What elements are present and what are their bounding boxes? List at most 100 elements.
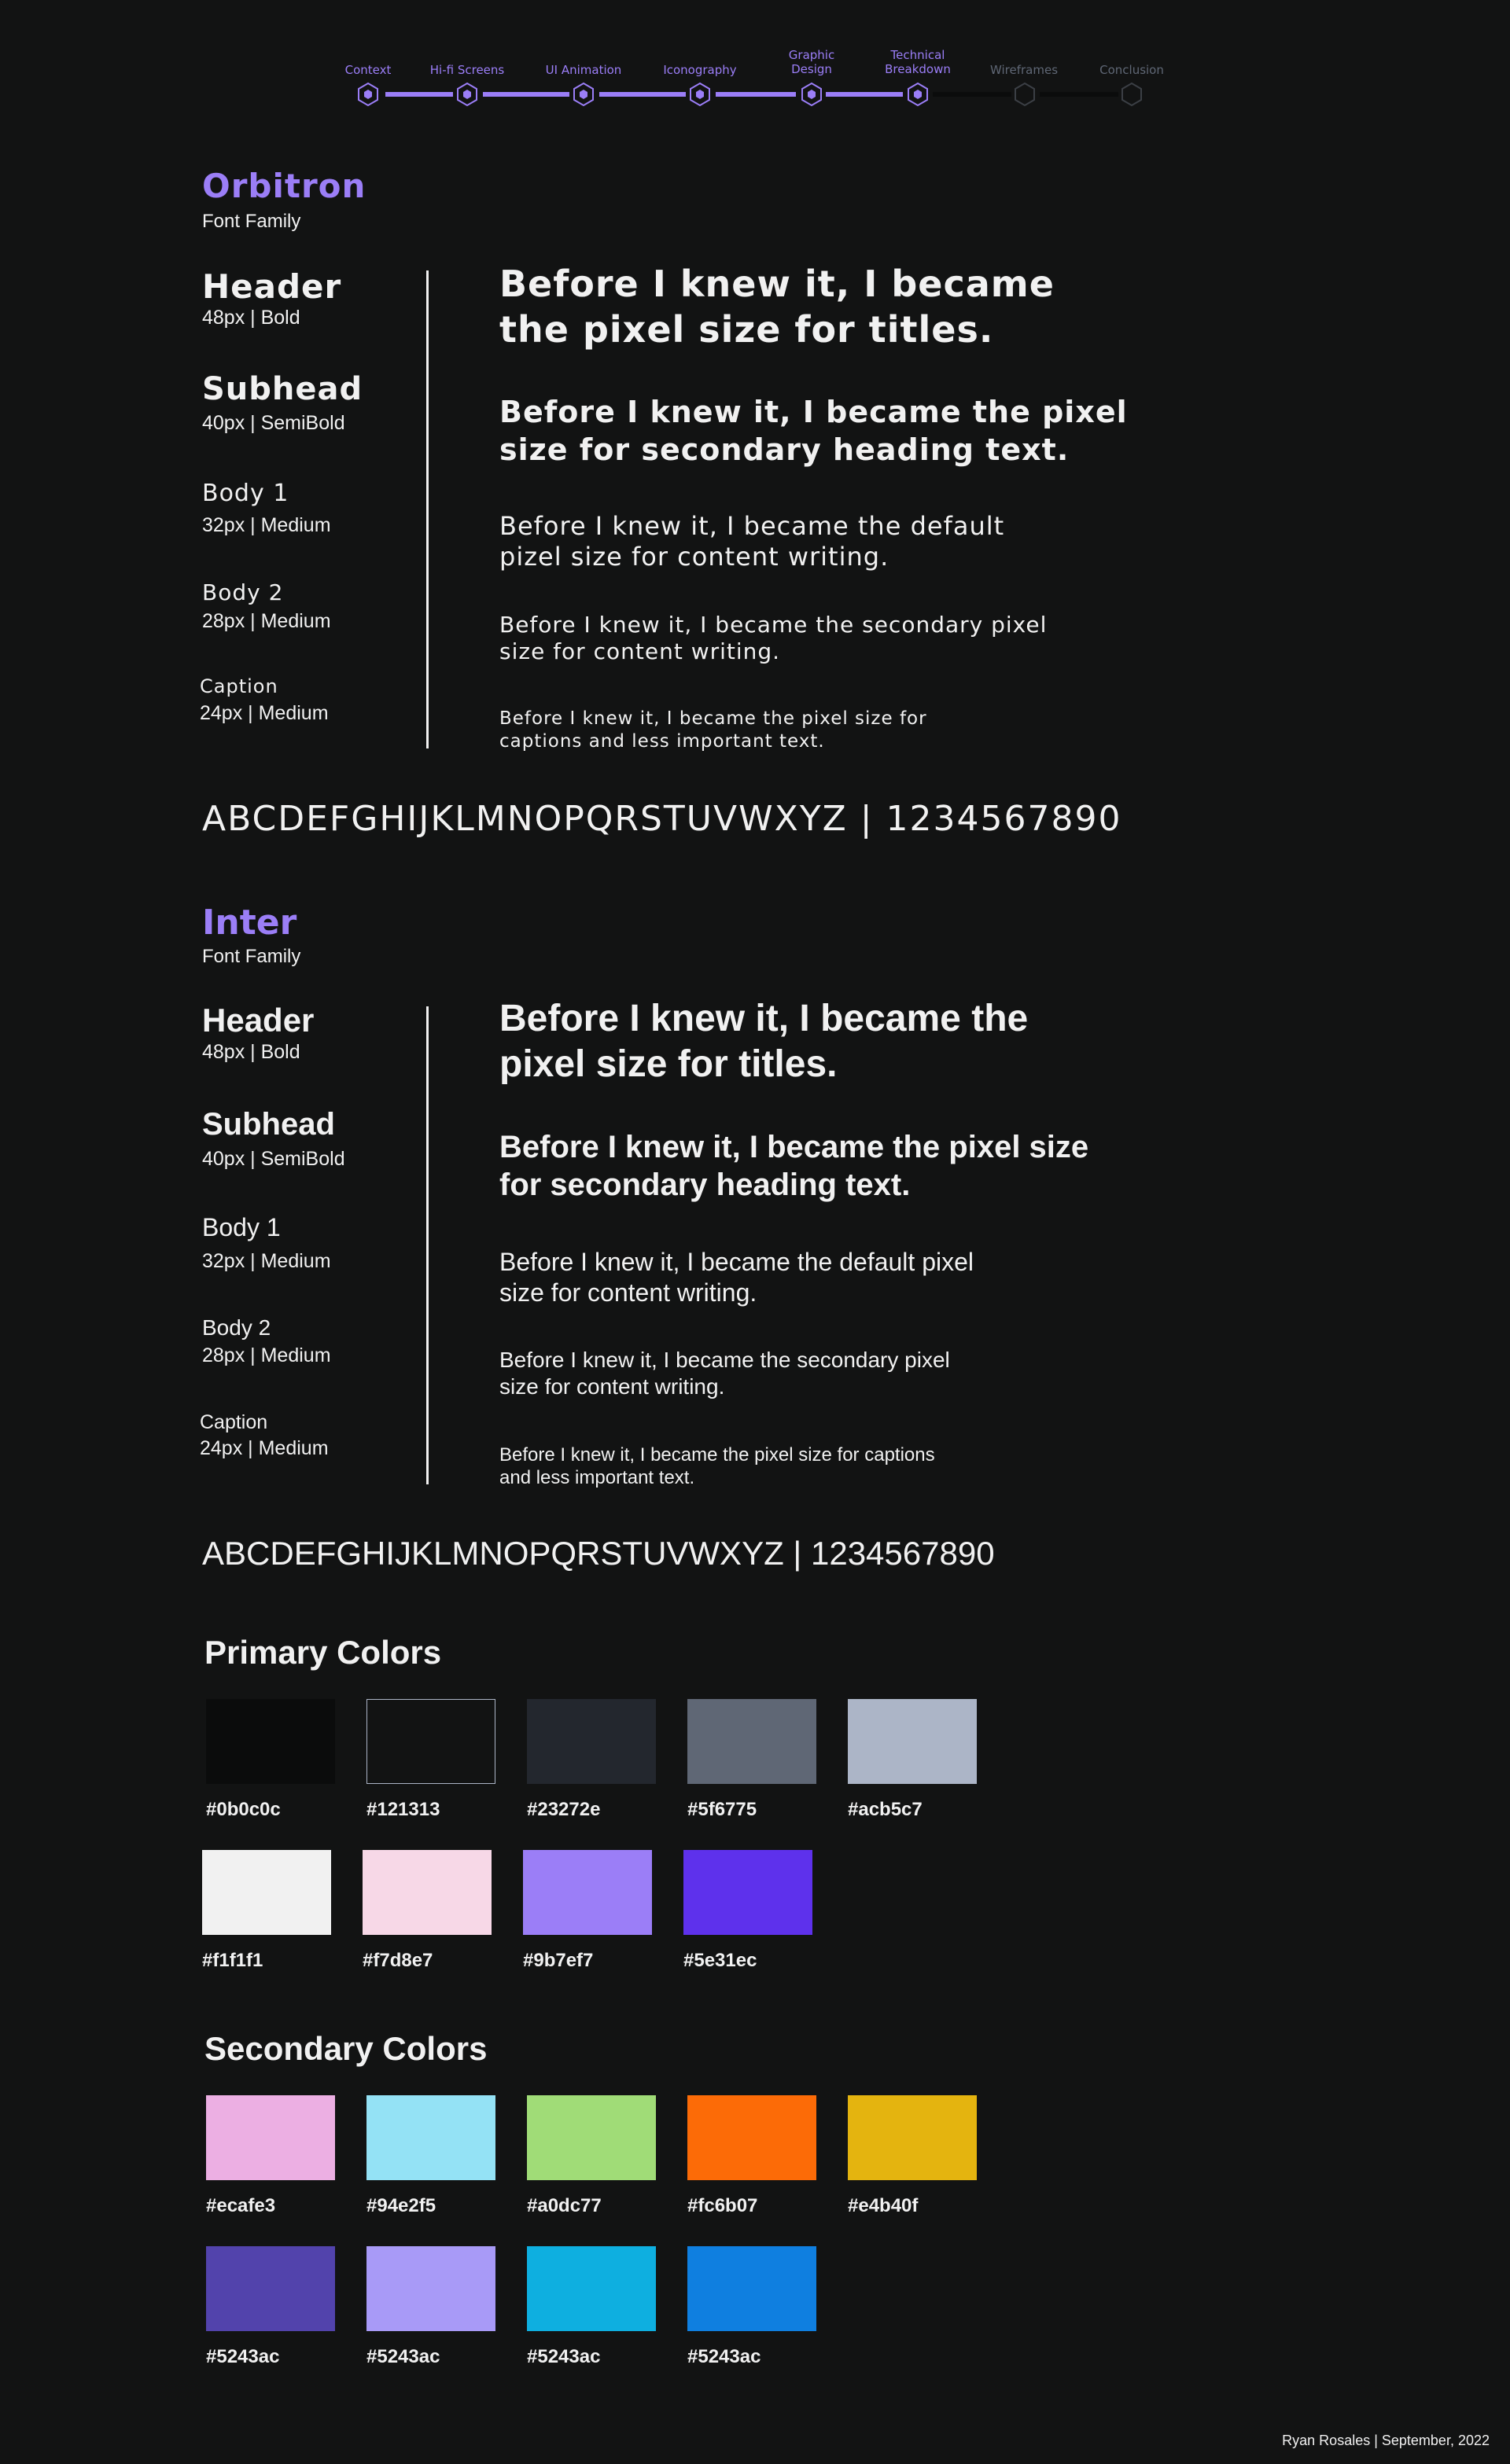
sample-body-1: Before I knew it, I became the default p… [499,511,1005,572]
color-swatch[interactable] [683,1850,812,1935]
sample-subhead: Before I knew it, I became the pixel siz… [499,1130,1089,1202]
color-hex-label: #23272e [527,1799,601,1820]
color-swatch[interactable] [527,2095,656,2180]
color-hex-label: #f1f1f1 [202,1950,263,1971]
spec-meta-body-1: 32px | Medium [202,514,331,536]
spec-name-subhead: Subhead [202,371,363,407]
spec-meta-header: 48px | Bold [202,307,300,329]
hexagon-step-icon[interactable] [355,82,381,107]
step-label-graphic-design[interactable]: Graphic Design [757,48,867,76]
color-swatch[interactable] [366,2095,495,2180]
color-swatch[interactable] [527,1699,656,1784]
sample-subhead: Before I knew it, I became the pixel siz… [499,395,1128,467]
footer-credit: Ryan Rosales | September, 2022 [1282,2433,1490,2448]
spec-meta-body-2: 28px | Medium [202,610,331,632]
sample-caption: Before I knew it, I became the pixel siz… [499,1444,935,1488]
color-hex-label: #5243ac [527,2346,601,2367]
color-swatch[interactable] [527,2246,656,2331]
color-hex-label: #121313 [366,1799,440,1820]
step-label-hifi-screens[interactable]: Hi-fi Screens [412,63,522,77]
spec-name-body-2: Body 2 [202,579,284,605]
font-family-subtitle: Font Family [202,946,301,967]
color-swatch[interactable] [687,2095,816,2180]
hexagon-step-icon[interactable] [1119,82,1144,107]
spec-name-caption: Caption [200,1411,268,1433]
section-title: Primary Colors [204,1634,442,1671]
color-swatch[interactable] [523,1850,652,1935]
color-hex-label: #fc6b07 [687,2195,758,2216]
step-label-conclusion[interactable]: Conclusion [1077,63,1187,77]
spec-meta-subhead: 40px | SemiBold [202,412,345,434]
alphabet-sample: ABCDEFGHIJKLMNOPQRSTUVWXYZ | 1234567890 [202,799,1122,839]
divider [426,270,429,748]
color-hex-label: #5f6775 [687,1799,757,1820]
step-label-ui-animation[interactable]: UI Animation [528,63,639,77]
step-connector [716,92,796,97]
color-swatch[interactable] [848,2095,977,2180]
hexagon-step-icon[interactable] [687,82,713,107]
color-swatch[interactable] [848,1699,977,1784]
step-label-technical-breakdown[interactable]: Technical Breakdown [863,48,973,76]
sample-caption: Before I knew it, I became the pixel siz… [499,708,927,752]
hexagon-step-icon[interactable] [571,82,596,107]
step-connector [483,92,569,97]
color-swatch[interactable] [366,2246,495,2331]
spec-meta-subhead: 40px | SemiBold [202,1148,345,1170]
color-hex-label: #ecafe3 [206,2195,276,2216]
color-hex-label: #e4b40f [848,2195,919,2216]
sample-body-2: Before I knew it, I became the secondary… [499,612,1048,664]
color-swatch[interactable] [206,2246,335,2331]
spec-name-body-1: Body 1 [202,480,289,507]
color-swatch[interactable] [206,1699,335,1784]
color-swatch[interactable] [687,1699,816,1784]
spec-name-caption: Caption [200,675,278,697]
color-hex-label: #0b0c0c [206,1799,281,1820]
step-connector [826,92,903,97]
hexagon-step-icon[interactable] [1012,82,1037,107]
step-label-iconography[interactable]: Iconography [645,63,755,77]
spec-meta-caption: 24px | Medium [200,1437,329,1459]
font-family-title: Orbitron [202,167,366,205]
color-swatch[interactable] [363,1850,492,1935]
step-connector [1040,92,1118,97]
font-family-title: Inter [202,903,297,943]
spec-name-header: Header [202,1002,315,1039]
color-hex-label: #94e2f5 [366,2195,436,2216]
color-hex-label: #9b7ef7 [523,1950,594,1971]
hexagon-step-icon[interactable] [799,82,824,107]
color-swatch[interactable] [687,2246,816,2331]
color-hex-label: #acb5c7 [848,1799,923,1820]
sample-header: Before I knew it, I became the pixel siz… [499,998,1029,1085]
spec-meta-body-2: 28px | Medium [202,1344,331,1366]
alphabet-sample: ABCDEFGHIJKLMNOPQRSTUVWXYZ | 1234567890 [202,1535,995,1572]
step-label-context[interactable]: Context [313,63,423,77]
hexagon-step-icon[interactable] [905,82,930,107]
sample-body-2: Before I knew it, I became the secondary… [499,1348,950,1399]
sample-header: Before I knew it, I became the pixel siz… [499,263,1055,351]
color-swatch[interactable] [202,1850,331,1935]
spec-name-header: Header [202,267,342,306]
color-hex-label: #5243ac [366,2346,440,2367]
step-connector [599,92,686,97]
divider [426,1006,429,1484]
spec-meta-caption: 24px | Medium [200,702,329,724]
color-hex-label: #5243ac [206,2346,280,2367]
color-hex-label: #a0dc77 [527,2195,602,2216]
step-connector [933,92,1011,97]
section-title: Secondary Colors [204,2030,488,2067]
sample-body-1: Before I knew it, I became the default p… [499,1248,974,1307]
color-swatch[interactable] [366,1699,495,1784]
spec-meta-header: 48px | Bold [202,1041,300,1063]
step-connector [385,92,453,97]
spec-name-body-2: Body 2 [202,1315,271,1340]
font-family-subtitle: Font Family [202,211,301,232]
color-hex-label: #5243ac [687,2346,761,2367]
hexagon-step-icon[interactable] [455,82,480,107]
color-swatch[interactable] [206,2095,335,2180]
spec-meta-body-1: 32px | Medium [202,1250,331,1272]
color-hex-label: #f7d8e7 [363,1950,433,1971]
color-hex-label: #5e31ec [683,1950,757,1971]
spec-name-body-1: Body 1 [202,1213,281,1241]
step-label-wireframes[interactable]: Wireframes [969,63,1079,77]
spec-name-subhead: Subhead [202,1107,335,1142]
